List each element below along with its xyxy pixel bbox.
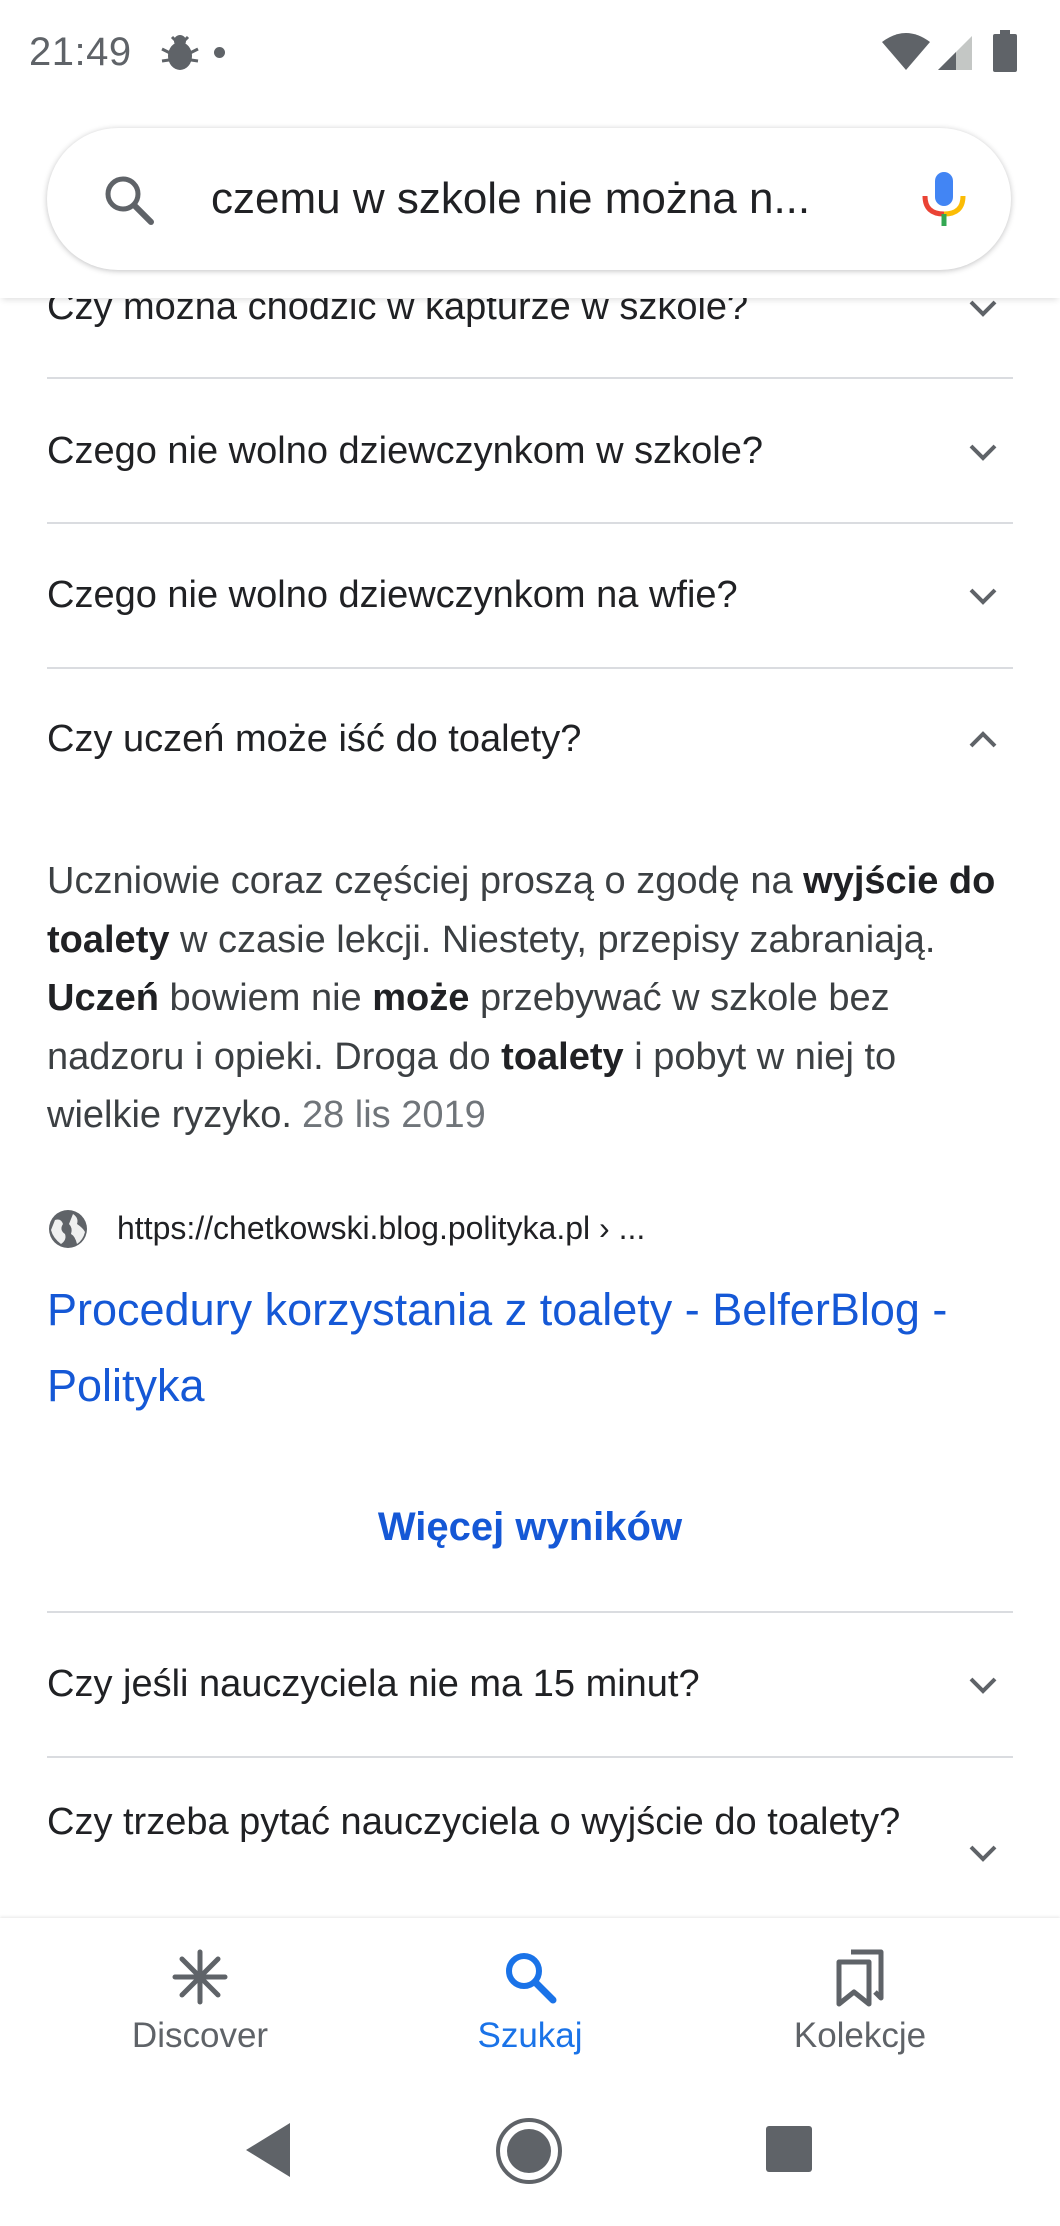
cell-signal-icon — [938, 36, 972, 70]
divider — [47, 1611, 1013, 1613]
notification-dot-icon — [214, 47, 225, 58]
answer-text: Uczniowie coraz częściej proszą o zgodę … — [47, 860, 804, 902]
search-input[interactable]: czemu w szkole nie można n... — [47, 128, 1011, 270]
faq-question: Czego nie wolno dziewczynkom w szkole? — [47, 430, 763, 472]
back-icon[interactable] — [244, 2121, 292, 2179]
answer-text: w czasie lekcji. Niestety, przepisy zabr… — [169, 918, 936, 961]
divider — [47, 667, 1013, 669]
asterisk-icon — [172, 1949, 228, 2005]
nav-collections[interactable]: Kolekcje — [695, 1918, 1025, 2076]
status-bar: 21:49 — [0, 0, 1060, 108]
faq-question: Czy uczeń może iść do toalety? — [47, 718, 582, 760]
recent-apps-icon[interactable] — [766, 2126, 812, 2172]
source-url[interactable]: https://chetkowski.blog.polityka.pl › ..… — [117, 1210, 645, 1247]
chevron-up-icon — [969, 731, 997, 748]
home-icon[interactable] — [494, 2116, 564, 2186]
battery-icon — [993, 30, 1017, 72]
bottom-navigation: Discover Szukaj Kolekcje — [0, 1918, 1060, 2076]
nav-label: Szukaj — [477, 2016, 583, 2055]
search-icon — [506, 1953, 557, 2004]
search-header: czemu w szkole nie można n... — [0, 108, 1060, 298]
system-navigation-bar — [0, 2076, 1060, 2226]
faq-question: Czy trzeba pytać nauczyciela o wyjście d… — [47, 1801, 901, 1843]
nav-search[interactable]: Szukaj — [365, 1918, 695, 2076]
faq-question: Czego nie wolno dziewczynkom na wfie? — [47, 574, 738, 616]
faq-item[interactable]: Czy jeśli nauczyciela nie ma 15 minut? — [47, 1655, 1013, 1715]
chevron-down-icon — [969, 444, 997, 461]
status-time: 21:49 — [29, 30, 132, 74]
search-query-text[interactable]: czemu w szkole nie można n... — [211, 174, 901, 224]
faq-item[interactable]: Czy trzeba pytać nauczyciela o wyjście d… — [47, 1793, 1013, 1913]
microphone-icon[interactable] — [909, 164, 979, 234]
faq-item[interactable]: Czego nie wolno dziewczynkom na wfie? — [47, 566, 1013, 626]
more-results-button[interactable]: Więcej wyników — [0, 1505, 1060, 1550]
faq-question: Czy jeśli nauczyciela nie ma 15 minut? — [47, 1663, 700, 1705]
bug-notification-icon — [161, 35, 199, 70]
chevron-down-icon — [969, 1845, 997, 1862]
nav-label: Discover — [131, 2016, 269, 2055]
answer-date: 28 lis 2019 — [301, 1094, 486, 1136]
divider — [47, 1756, 1013, 1758]
divider — [47, 522, 1013, 524]
answer-bold: toalety — [501, 1035, 624, 1078]
bookmarks-icon — [836, 1949, 884, 2007]
faq-item[interactable]: Czego nie wolno dziewczynkom w szkole? — [47, 422, 1013, 482]
answer-bold: Uczeń — [47, 977, 159, 1019]
source-line[interactable]: https://chetkowski.blog.polityka.pl › ..… — [47, 1206, 1013, 1256]
result-title-link[interactable]: Procedury korzystania z toalety - Belfer… — [47, 1272, 1027, 1424]
chevron-down-icon — [969, 1677, 997, 1694]
wifi-icon — [882, 33, 930, 70]
answer-text: bowiem nie — [158, 977, 373, 1019]
search-icon — [105, 176, 154, 225]
nav-discover[interactable]: Discover — [35, 1918, 365, 2076]
answer-bold: może — [372, 977, 470, 1019]
globe-icon — [49, 1210, 87, 1248]
nav-label: Kolekcje — [793, 2016, 927, 2055]
faq-item-expanded[interactable]: Czy uczeń może iść do toalety? — [47, 710, 1013, 770]
chevron-down-icon — [969, 588, 997, 605]
answer-snippet: Uczniowie coraz częściej proszą o zgodę … — [47, 852, 1013, 1145]
divider — [47, 377, 1013, 379]
